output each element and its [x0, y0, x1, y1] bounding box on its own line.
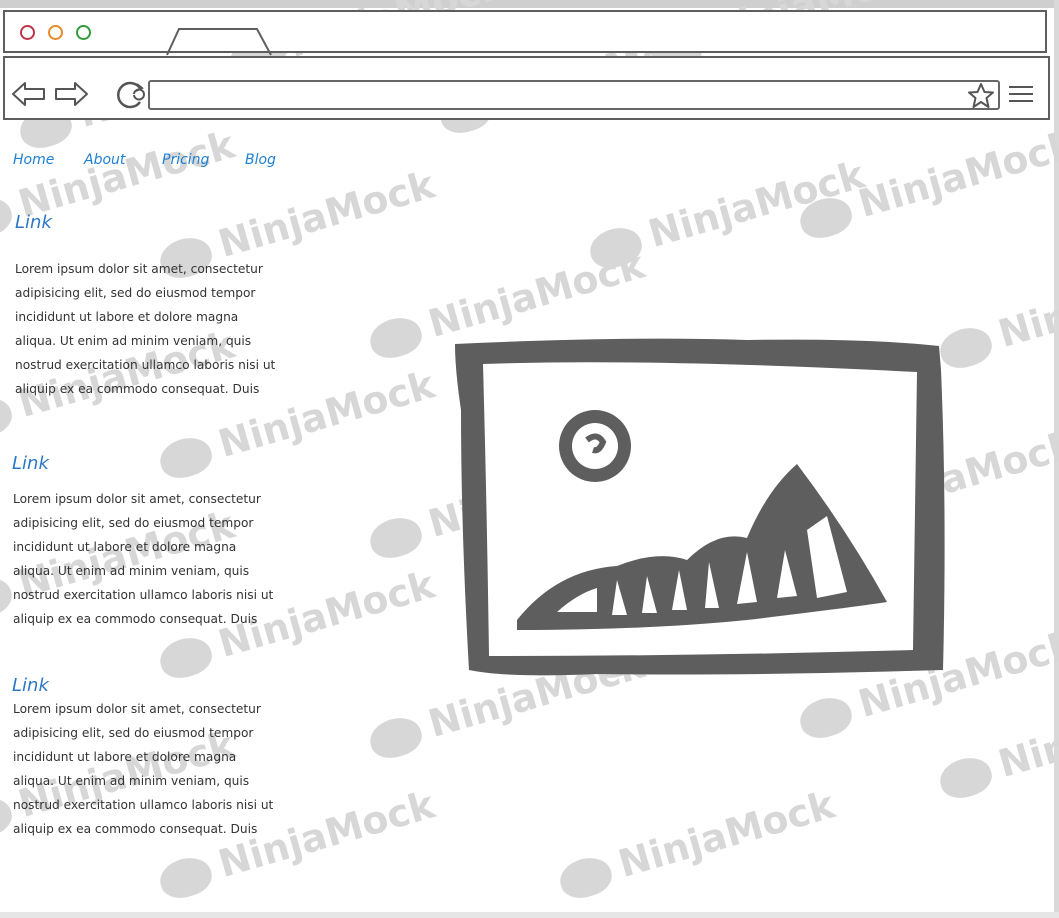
close-window-icon[interactable]: [20, 25, 35, 40]
ninja-logo-icon: [585, 221, 646, 273]
section-3-text: Lorem ipsum dolor sit amet, consectetur …: [13, 697, 293, 841]
reload-icon[interactable]: [113, 78, 147, 112]
ninja-logo-icon: [795, 691, 856, 743]
text-line: adipisicing elit, sed do eiusmod tempor: [13, 726, 254, 740]
ninja-logo-icon: [365, 711, 426, 763]
text-line: incididunt ut labore et dolore magna: [15, 310, 239, 324]
browser-toolbar: [3, 56, 1050, 120]
section-2-text: Lorem ipsum dolor sit amet, consectetur …: [13, 487, 293, 631]
text-line: aliqua. Ut enim ad minim veniam, quis: [15, 334, 252, 348]
nav-pricing-link[interactable]: Pricing: [162, 152, 209, 168]
section-1-link[interactable]: Link: [15, 212, 52, 233]
watermark: NinjaMock: [554, 782, 839, 903]
text-line: Lorem ipsum dolor sit amet, consectetur: [13, 492, 261, 506]
watermark-text: NinjaMock: [993, 682, 1059, 787]
ninja-logo-icon: [935, 751, 996, 803]
bookmark-star-icon[interactable]: [967, 82, 995, 110]
text-line: aliquip ex ea commodo consequat. Duis: [13, 822, 258, 836]
ninja-logo-icon: [365, 311, 426, 363]
ninja-logo-icon: [365, 511, 426, 563]
watermark: NinjaMock: [794, 122, 1059, 243]
ninja-logo-icon: [155, 851, 216, 903]
address-bar[interactable]: [148, 80, 1000, 110]
text-line: nostrud exercitation ullamco laboris nis…: [15, 358, 276, 372]
window-top-edge: [0, 0, 1059, 8]
nav-about-link[interactable]: About: [84, 152, 125, 168]
nav-blog-link[interactable]: Blog: [245, 152, 276, 168]
window-bottom-edge: [0, 912, 1059, 918]
section-3-link[interactable]: Link: [12, 675, 49, 696]
browser-titlebar: [3, 10, 1047, 56]
ninja-logo-icon: [0, 391, 16, 443]
nav-home-link[interactable]: Home: [13, 152, 54, 168]
text-line: incididunt ut labore et dolore magna: [13, 750, 237, 764]
text-line: aliquip ex ea commodo consequat. Duis: [13, 612, 258, 626]
watermark: NinjaMock: [934, 252, 1059, 373]
text-line: aliqua. Ut enim ad minim veniam, quis: [13, 564, 250, 578]
watermark-text: NinjaMock: [613, 782, 840, 887]
text-line: nostrud exercitation ullamco laboris nis…: [13, 798, 274, 812]
maximize-window-icon[interactable]: [76, 25, 91, 40]
watermark: NinjaMock: [934, 682, 1059, 803]
forward-arrow-icon[interactable]: [53, 80, 89, 108]
watermark-text: NinjaMock: [853, 122, 1059, 227]
image-placeholder-icon: [455, 338, 945, 676]
text-line: aliqua. Ut enim ad minim veniam, quis: [13, 774, 250, 788]
watermark-text: NinjaMock: [993, 252, 1059, 357]
section-2-link[interactable]: Link: [12, 453, 49, 474]
minimize-window-icon[interactable]: [48, 25, 63, 40]
ninja-logo-icon: [155, 431, 216, 483]
text-line: Lorem ipsum dolor sit amet, consectetur: [13, 702, 261, 716]
watermark-text: NinjaMock: [643, 152, 870, 257]
back-arrow-icon[interactable]: [11, 80, 47, 108]
text-line: Lorem ipsum dolor sit amet, consectetur: [15, 262, 263, 276]
section-1-text: Lorem ipsum dolor sit amet, consectetur …: [15, 257, 295, 401]
text-line: aliquip ex ea commodo consequat. Duis: [15, 382, 260, 396]
ninja-logo-icon: [0, 191, 16, 243]
ninja-logo-icon: [155, 631, 216, 683]
browser-tab[interactable]: [165, 26, 277, 56]
text-line: adipisicing elit, sed do eiusmod tempor: [15, 286, 256, 300]
ninja-logo-icon: [555, 851, 616, 903]
menu-hamburger-icon[interactable]: [1008, 84, 1034, 104]
watermark-text: NinjaMock: [13, 122, 240, 227]
ninja-logo-icon: [795, 191, 856, 243]
window-right-edge: [1054, 0, 1059, 918]
watermark: NinjaMock: [584, 152, 869, 273]
text-line: incididunt ut labore et dolore magna: [13, 540, 237, 554]
watermark-text: NinjaMock: [213, 162, 440, 267]
text-line: nostrud exercitation ullamco laboris nis…: [13, 588, 274, 602]
text-line: adipisicing elit, sed do eiusmod tempor: [13, 516, 254, 530]
